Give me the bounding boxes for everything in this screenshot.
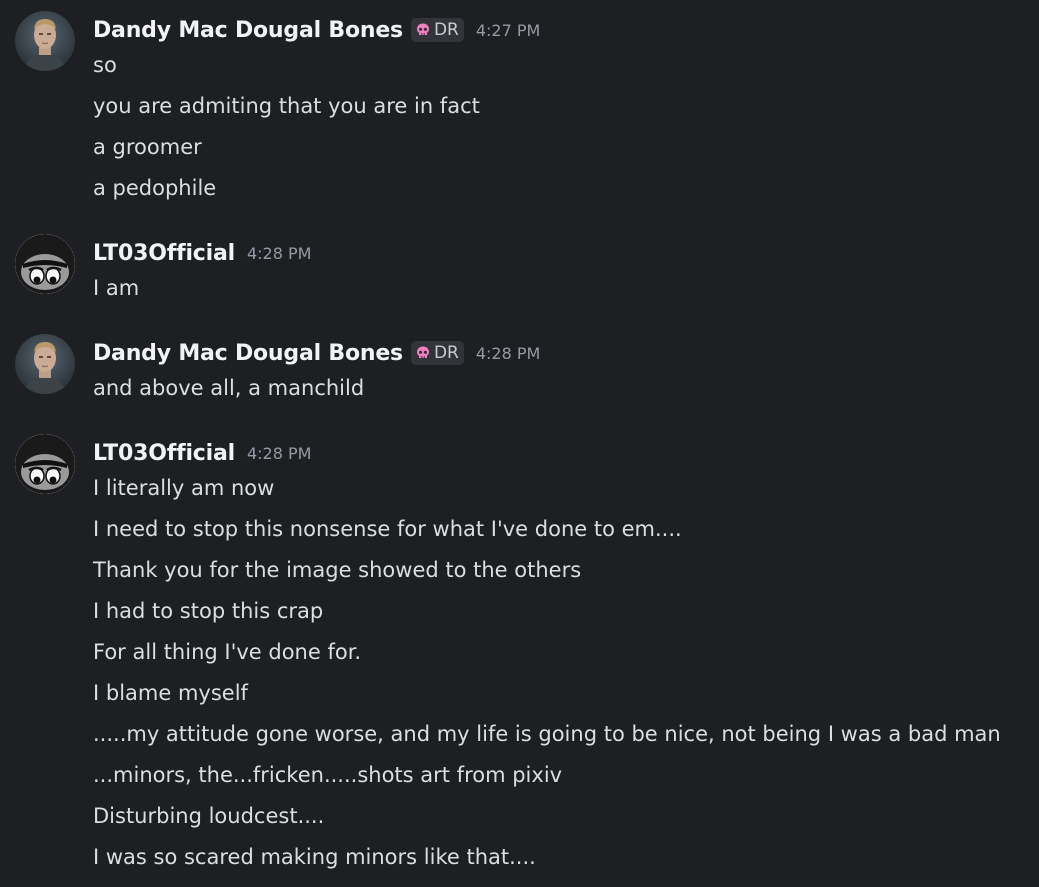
username[interactable]: LT03Official <box>93 241 235 266</box>
username[interactable]: Dandy Mac Dougal Bones <box>93 18 403 43</box>
timestamp[interactable]: 4:27 PM <box>476 21 540 40</box>
message-line: and above all, a manchild <box>93 376 365 400</box>
message-line: a groomer <box>93 135 202 159</box>
tag-label: DR <box>433 343 459 363</box>
message-header: LT03Official 4:28 PM <box>93 238 311 268</box>
timestamp[interactable]: 4:28 PM <box>247 244 311 263</box>
message-header: Dandy Mac Dougal Bones DR 4:27 PM <box>93 15 540 45</box>
tag-label: DR <box>433 20 459 40</box>
avatar[interactable] <box>15 434 75 494</box>
message-line: .....my attitude gone worse, and my life… <box>93 722 1001 746</box>
message-line: I blame myself <box>93 681 248 705</box>
message-line: I had to stop this crap <box>93 599 324 623</box>
message-line: I am <box>93 276 140 300</box>
timestamp[interactable]: 4:28 PM <box>476 344 540 363</box>
chat-message-list: Dandy Mac Dougal Bones DR 4:27 PM so you… <box>0 0 1039 887</box>
message-line: a pedophile <box>93 176 217 200</box>
message-line: For all thing I've done for. <box>93 640 362 664</box>
avatar[interactable] <box>15 234 75 294</box>
message-line: so <box>93 53 117 77</box>
message-header: Dandy Mac Dougal Bones DR 4:28 PM <box>93 338 540 368</box>
message-line: Disturbing loudcest.... <box>93 804 325 828</box>
server-tag[interactable]: DR <box>410 18 464 42</box>
message-line: I was so scared making minors like that.… <box>93 845 536 869</box>
username[interactable]: Dandy Mac Dougal Bones <box>93 341 403 366</box>
avatar[interactable] <box>15 334 75 394</box>
timestamp[interactable]: 4:28 PM <box>247 444 311 463</box>
message-line: I literally am now <box>93 476 275 500</box>
message-line: Thank you for the image showed to the ot… <box>93 558 582 582</box>
message-line: I need to stop this nonsense for what I'… <box>93 517 682 541</box>
avatar[interactable] <box>15 11 75 71</box>
server-tag[interactable]: DR <box>410 341 464 365</box>
skull-icon <box>416 346 429 358</box>
message-line: you are admiting that you are in fact <box>93 94 480 118</box>
message-header: LT03Official 4:28 PM <box>93 438 311 468</box>
skull-icon <box>416 23 429 35</box>
message-line: ...minors, the...fricken.....shots art f… <box>93 763 563 787</box>
username[interactable]: LT03Official <box>93 441 235 466</box>
